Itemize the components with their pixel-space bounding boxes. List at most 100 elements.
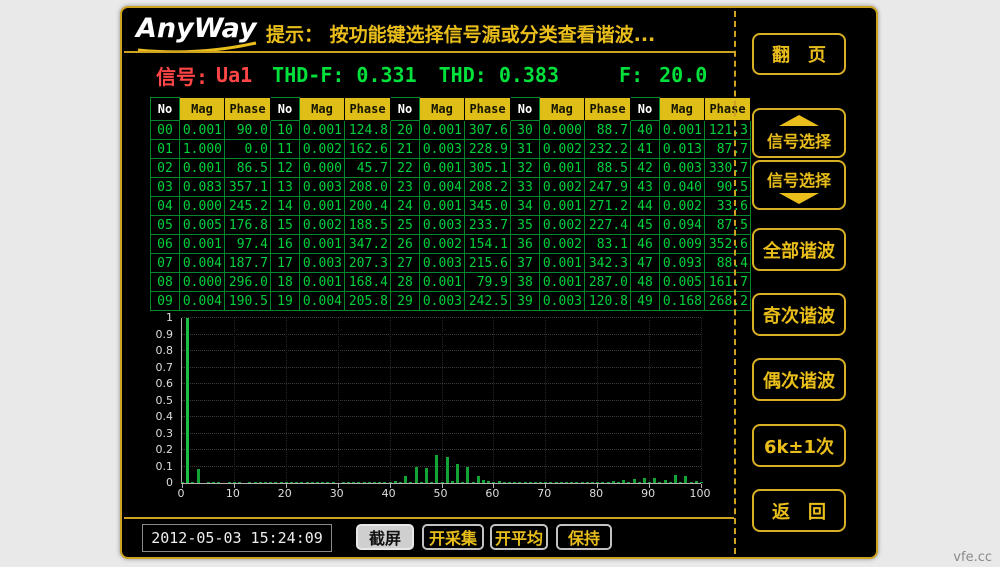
harmonic-mag-cell: 0.002	[540, 216, 585, 235]
harmonic-mag-cell: 0.003	[300, 178, 345, 197]
signal-select-up-label: 信号选择	[767, 128, 831, 152]
harmonic-no-cell: 43	[631, 178, 660, 197]
header-separator	[124, 51, 734, 53]
harmonic-no-cell: 34	[511, 197, 540, 216]
harmonic-bar	[690, 482, 693, 483]
harmonic-bar	[695, 481, 698, 483]
return-button[interactable]: 返 回	[752, 489, 846, 532]
harmonic-bar	[638, 482, 641, 483]
harmonic-mag-cell: 0.000	[180, 273, 225, 292]
harmonic-bar	[295, 482, 298, 483]
harmonic-mag-cell: 0.003	[420, 292, 465, 311]
page-turn-button[interactable]: 翻 页	[752, 33, 846, 75]
v-gridline	[390, 318, 391, 483]
harmonic-bar	[539, 482, 542, 483]
hold-button[interactable]: 保持	[556, 524, 612, 550]
harmonic-phase-cell: 33.6	[705, 197, 751, 216]
v-gridline	[286, 318, 287, 483]
harmonic-bar	[259, 482, 262, 483]
harmonic-bar	[342, 482, 345, 483]
harmonic-no-cell: 26	[391, 235, 420, 254]
harmonic-bar	[368, 482, 371, 483]
x-axis-tick-label: 70	[529, 487, 559, 500]
harmonic-no-cell: 09	[151, 292, 180, 311]
x-axis-tick-label: 10	[218, 487, 248, 500]
signal-summary: 信号: Ua1 THD-F: 0.331 THD: 0.383 F: 20.0	[156, 62, 707, 88]
harmonic-bar	[508, 482, 511, 483]
harmonic-mag-cell: 0.001	[540, 159, 585, 178]
y-axis-tick-label: 0.5	[139, 394, 173, 407]
harmonic-phase-cell: 88.7	[585, 121, 631, 140]
signal-select-down-button[interactable]: 信号选择	[752, 160, 846, 210]
odd-harmonics-button[interactable]: 奇次谐波	[752, 293, 846, 336]
harmonic-bar	[321, 482, 324, 483]
harmonic-bar	[451, 481, 454, 483]
table-row: 040.000245.2140.001200.4240.001345.0340.…	[151, 197, 751, 216]
start-acquisition-button[interactable]: 开采集	[422, 524, 484, 550]
harmonic-bar	[383, 482, 386, 483]
harmonic-phase-cell: 0.0	[225, 140, 271, 159]
harmonic-no-cell: 19	[271, 292, 300, 311]
harmonic-mag-cell: 0.013	[660, 140, 705, 159]
harmonics-chart	[181, 318, 701, 484]
harmonic-bar	[420, 482, 423, 483]
harmonic-bar	[352, 482, 355, 483]
harmonic-phase-cell: 176.8	[225, 216, 271, 235]
table-row: 030.083357.1130.003208.0230.004208.2330.…	[151, 178, 751, 197]
harmonic-phase-cell: 245.2	[225, 197, 271, 216]
harmonic-no-cell: 05	[151, 216, 180, 235]
harmonic-bar	[357, 482, 360, 483]
y-axis-tick-label: 0.9	[139, 328, 173, 341]
all-harmonics-button[interactable]: 全部谐波	[752, 228, 846, 271]
harmonic-phase-cell: 247.9	[585, 178, 631, 197]
harmonic-mag-cell: 0.001	[300, 197, 345, 216]
harmonic-no-cell: 46	[631, 235, 660, 254]
harmonic-no-cell: 30	[511, 121, 540, 140]
table-header-cell: Phase	[585, 98, 631, 121]
harmonic-no-cell: 42	[631, 159, 660, 178]
harmonic-no-cell: 18	[271, 273, 300, 292]
screenshot-stage: AnyWay 提示： 按功能键选择信号源或分类查看谐波... 信号: Ua1 T…	[0, 0, 1000, 567]
harmonic-bar	[492, 482, 495, 483]
table-row: 060.00197.4160.001347.2260.002154.1360.0…	[151, 235, 751, 254]
table-header-cell: Mag	[180, 98, 225, 121]
harmonic-bar	[669, 482, 672, 483]
signal-select-up-button[interactable]: 信号选择	[752, 108, 846, 158]
table-row: 050.005176.8150.002188.5250.003233.7350.…	[151, 216, 751, 235]
harmonic-phase-cell: 352.6	[705, 235, 751, 254]
harmonic-no-cell: 15	[271, 216, 300, 235]
harmonic-phase-cell: 161.7	[705, 273, 751, 292]
harmonic-bar	[425, 468, 428, 483]
all-harmonics-label: 全部谐波	[763, 237, 835, 263]
harmonic-bar	[316, 482, 319, 483]
harmonic-mag-cell: 0.001	[660, 121, 705, 140]
harmonic-bar	[648, 482, 651, 483]
harmonic-mag-cell: 0.004	[180, 254, 225, 273]
harmonic-phase-cell: 87.5	[705, 216, 751, 235]
harmonics-table: NoMagPhaseNoMagPhaseNoMagPhaseNoMagPhase…	[150, 97, 751, 311]
harmonic-mag-cell: 0.000	[300, 159, 345, 178]
thd-value: 0.383	[499, 63, 559, 87]
harmonic-bar	[518, 482, 521, 483]
harmonic-no-cell: 37	[511, 254, 540, 273]
harmonic-phase-cell: 232.2	[585, 140, 631, 159]
harmonic-bar	[446, 457, 449, 483]
harmonic-phase-cell: 208.2	[465, 178, 511, 197]
harmonic-mag-cell: 0.002	[420, 235, 465, 254]
harmonic-mag-cell: 0.001	[420, 159, 465, 178]
start-average-button[interactable]: 开平均	[490, 524, 548, 550]
x-axis-tick-label: 60	[477, 487, 507, 500]
harmonic-phase-cell: 188.5	[345, 216, 391, 235]
harmonic-phase-cell: 287.0	[585, 273, 631, 292]
harmonic-phase-cell: 168.4	[345, 273, 391, 292]
timestamp: 2012-05-03 15:24:09	[142, 524, 332, 552]
harmonic-bar	[207, 482, 210, 483]
harmonic-no-cell: 47	[631, 254, 660, 273]
harmonic-phase-cell: 228.9	[465, 140, 511, 159]
screenshot-button[interactable]: 截屏	[356, 524, 414, 550]
harmonic-no-cell: 17	[271, 254, 300, 273]
harmonic-mag-cell: 0.168	[660, 292, 705, 311]
even-harmonics-button[interactable]: 偶次谐波	[752, 358, 846, 401]
harmonic-bar	[477, 476, 480, 483]
six-k-plus-minus-one-button[interactable]: 6k±1次	[752, 424, 846, 467]
